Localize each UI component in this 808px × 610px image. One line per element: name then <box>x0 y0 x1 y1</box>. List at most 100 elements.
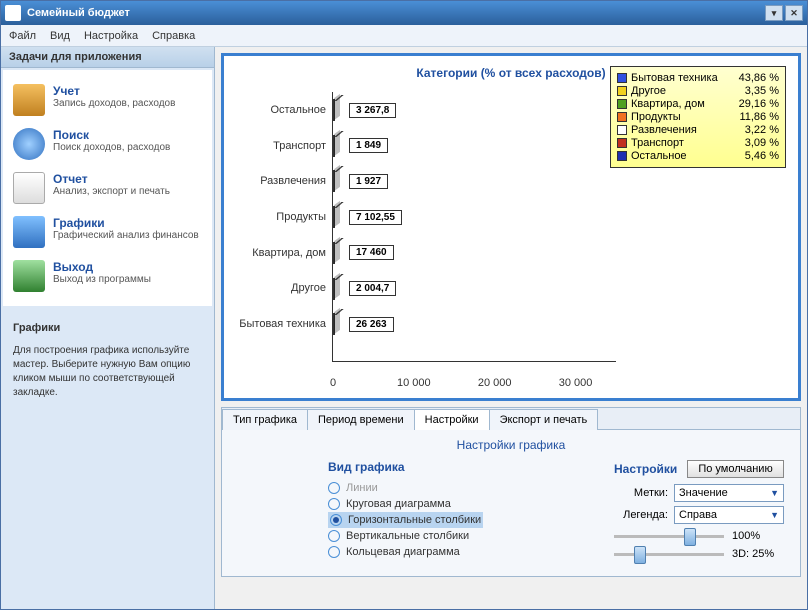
chart-icon <box>13 216 45 248</box>
radio-icon <box>328 482 340 494</box>
labels-label: Метки: <box>614 487 668 499</box>
exit-icon <box>13 260 45 292</box>
app-icon <box>5 5 21 21</box>
ledger-icon <box>13 84 45 116</box>
legend-swatch <box>617 151 627 161</box>
report-icon <box>13 172 45 204</box>
chart-bar <box>333 278 335 300</box>
tab[interactable]: Период времени <box>307 409 415 430</box>
slider-thumb[interactable] <box>684 528 696 546</box>
tab[interactable]: Тип графика <box>222 409 308 430</box>
chart-bar-label: 1 849 <box>349 138 388 153</box>
legend-swatch <box>617 86 627 96</box>
radio-icon <box>328 530 340 542</box>
chart-x-tick: 20 000 <box>478 377 512 389</box>
chart-plot: 010 00020 00030 000 3 267,81 8491 9277 1… <box>332 92 616 362</box>
chart-y-labels: ОстальноеТранспортРазвлеченияПродуктыКва… <box>236 92 332 362</box>
chart-bar <box>333 242 335 264</box>
chart-category-label: Квартира, дом <box>236 247 326 259</box>
tab[interactable]: Экспорт и печать <box>489 409 599 430</box>
sidebar: Задачи для приложения УчетЗапись доходов… <box>1 47 215 609</box>
chart-x-tick: 10 000 <box>397 377 431 389</box>
chart-panel: Категории (% от всех расходов) Бытовая т… <box>221 53 801 401</box>
labels-dropdown[interactable]: Значение▼ <box>674 484 784 502</box>
chart-category-label: Транспорт <box>236 140 326 152</box>
legend-row: Бытовая техника43,86 % <box>617 72 779 84</box>
legend-row: Транспорт3,09 % <box>617 137 779 149</box>
chart-bar-label: 7 102,55 <box>349 210 402 225</box>
chart-category-label: Бытовая техника <box>236 318 326 330</box>
chart-bar-row: 26 263 <box>333 312 394 336</box>
chart-bar-label: 2 004,7 <box>349 281 396 296</box>
legend-label: Легенда: <box>614 509 668 521</box>
chart-type-option[interactable]: Горизонтальные столбики <box>328 512 483 528</box>
sidebar-item-otchet[interactable]: ОтчетАнализ, экспорт и печать <box>9 166 206 210</box>
chart-type-option: Линии <box>328 480 483 496</box>
legend-row: Другое3,35 % <box>617 85 779 97</box>
legend-swatch <box>617 125 627 135</box>
sidebar-item-grafiki[interactable]: ГрафикиГрафический анализ финансов <box>9 210 206 254</box>
menubar: Файл Вид Настройка Справка <box>1 25 807 47</box>
chevron-down-icon: ▼ <box>770 488 779 498</box>
legend-dropdown[interactable]: Справа▼ <box>674 506 784 524</box>
sidebar-item-poisk[interactable]: ПоискПоиск доходов, расходов <box>9 122 206 166</box>
menu-help[interactable]: Справка <box>152 30 195 42</box>
tab[interactable]: Настройки <box>414 409 490 430</box>
chart-type-option[interactable]: Кольцевая диаграмма <box>328 544 483 560</box>
tips-panel: Графики Для построения графика используй… <box>1 308 214 414</box>
chart-bar <box>333 206 335 228</box>
chart-bar-label: 17 460 <box>349 245 394 260</box>
legend-swatch <box>617 73 627 83</box>
chart-bar-row: 1 849 <box>333 134 388 158</box>
legend-row: Остальное5,46 % <box>617 150 779 162</box>
menu-view[interactable]: Вид <box>50 30 70 42</box>
tips-title: Графики <box>13 322 202 334</box>
slider-thumb[interactable] <box>634 546 646 564</box>
chart-bar-row: 2 004,7 <box>333 277 396 301</box>
app-window: Семейный бюджет ▾ ✕ Файл Вид Настройка С… <box>0 0 808 610</box>
settings-panel: Тип графикаПериод времениНастройкиЭкспор… <box>221 407 801 577</box>
chart-bar <box>333 313 335 335</box>
chart-x-tick: 30 000 <box>559 377 593 389</box>
sidebar-item-uchet[interactable]: УчетЗапись доходов, расходов <box>9 78 206 122</box>
settings-col-title: Настройки <box>614 462 677 476</box>
window-title: Семейный бюджет <box>27 7 130 19</box>
legend-swatch <box>617 99 627 109</box>
chart-bar <box>333 170 335 192</box>
chart-bar-label: 26 263 <box>349 317 394 332</box>
menu-settings[interactable]: Настройка <box>84 30 138 42</box>
chart-bar-label: 1 927 <box>349 174 388 189</box>
legend-row: Продукты11,86 % <box>617 111 779 123</box>
settings-title: Настройки графика <box>238 438 784 452</box>
chart-category-label: Продукты <box>236 211 326 223</box>
chart-type-option[interactable]: Круговая диаграмма <box>328 496 483 512</box>
search-icon <box>13 128 45 160</box>
chart-category-label: Другое <box>236 282 326 294</box>
menu-file[interactable]: Файл <box>9 30 36 42</box>
default-button[interactable]: По умолчанию <box>687 460 783 478</box>
radio-icon <box>330 514 342 526</box>
chart-bar-row: 1 927 <box>333 169 388 193</box>
legend-row: Квартира, дом29,16 % <box>617 98 779 110</box>
chart-category-label: Остальное <box>236 104 326 116</box>
minimize-button[interactable]: ▾ <box>765 5 783 21</box>
sidebar-header: Задачи для приложения <box>1 47 214 68</box>
tabs: Тип графикаПериод времениНастройкиЭкспор… <box>222 408 800 430</box>
chart-bar-label: 3 267,8 <box>349 103 396 118</box>
sidebar-item-vyhod[interactable]: ВыходВыход из программы <box>9 254 206 298</box>
chart-type-title: Вид графика <box>328 460 483 474</box>
close-button[interactable]: ✕ <box>785 5 803 21</box>
titlebar: Семейный бюджет ▾ ✕ <box>1 1 807 25</box>
radio-icon <box>328 546 340 558</box>
chart-bar-row: 7 102,55 <box>333 205 402 229</box>
chart-bar-row: 3 267,8 <box>333 98 396 122</box>
chart-bar-row: 17 460 <box>333 241 394 265</box>
3d-slider[interactable]: 3D: 25% <box>614 548 784 560</box>
legend-swatch <box>617 138 627 148</box>
chart-bar <box>333 99 335 121</box>
chart-bar <box>333 135 335 157</box>
chart-type-option[interactable]: Вертикальные столбики <box>328 528 483 544</box>
chevron-down-icon: ▼ <box>770 510 779 520</box>
zoom-slider[interactable]: 100% <box>614 530 784 542</box>
radio-icon <box>328 498 340 510</box>
